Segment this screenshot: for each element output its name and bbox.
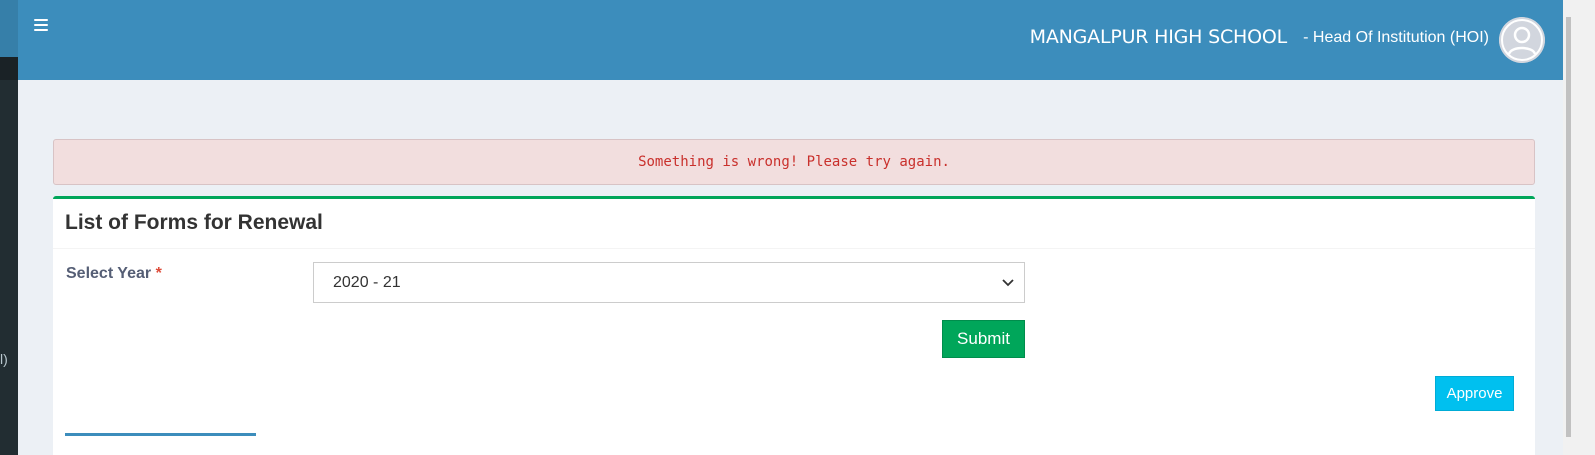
active-tab-indicator[interactable] [65, 433, 256, 436]
select-year-label-text: Select Year [66, 265, 152, 282]
select-year-label: Select Year * [66, 265, 162, 283]
user-avatar-icon[interactable] [1499, 17, 1545, 63]
top-navbar: MANGALPUR HIGH SCHOOL - Head Of Institut… [18, 0, 1563, 80]
panel-title: List of Forms for Renewal [65, 211, 323, 234]
chevron-down-icon [1002, 279, 1014, 287]
year-select-value: 2020 - 21 [333, 274, 401, 291]
error-alert: Something is wrong! Please try again. [53, 139, 1535, 185]
sidebar: l) [0, 0, 18, 455]
approve-button[interactable]: Approve [1435, 376, 1514, 411]
required-mark: * [155, 265, 162, 282]
year-select[interactable]: 2020 - 21 [313, 262, 1025, 303]
page-scrollbar[interactable] [1563, 0, 1595, 455]
school-name: MANGALPUR HIGH SCHOOL [1029, 26, 1288, 48]
renewal-forms-panel: List of Forms for Renewal Select Year * … [53, 196, 1535, 455]
panel-header: List of Forms for Renewal [53, 199, 1535, 249]
user-role: - Head Of Institution (HOI) [1303, 29, 1489, 46]
sidebar-item-fragment[interactable]: l) [0, 351, 8, 367]
error-alert-message: Something is wrong! Please try again. [638, 154, 950, 170]
sidebar-logo-block [0, 0, 18, 57]
sidebar-user-band [0, 57, 18, 80]
hamburger-menu-icon[interactable] [34, 16, 54, 36]
submit-button[interactable]: Submit [942, 320, 1025, 358]
scrollbar-thumb[interactable] [1566, 17, 1571, 437]
